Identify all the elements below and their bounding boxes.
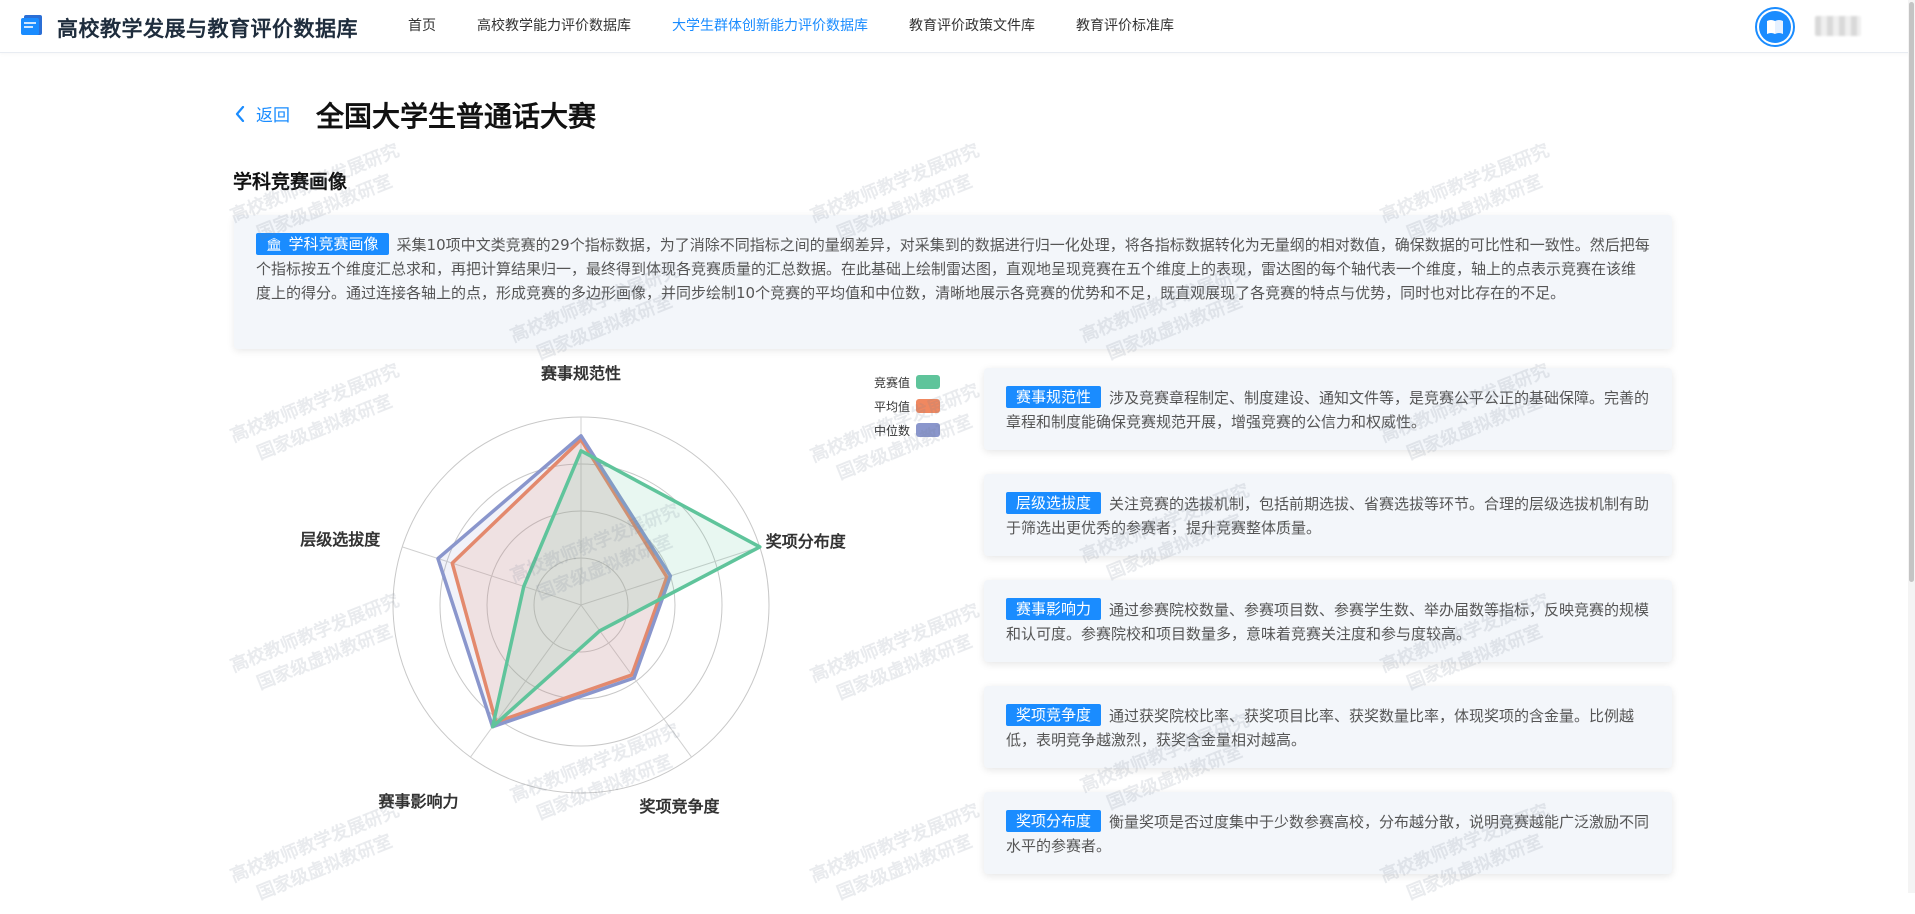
radar-chart: 赛事规范性奖项分布度奖项竞争度 赛事影响力 层级选拔度 [300,364,847,816]
dimension-text-wrap: 奖项分布度 衡量奖项是否过度集中于少数参赛高校，分布越分散，说明竞赛越能广泛激励不… [1006,810,1650,858]
back-label: 返回 [256,106,290,126]
radar-axis-label: 层级选拔度 [300,530,381,549]
legend-item-average[interactable]: 平均值 [860,394,940,418]
back-button[interactable]: 返回 [235,101,290,126]
dimension-card-distribution: 奖项分布度 衡量奖项是否过度集中于少数参赛高校，分布越分散，说明竞赛越能广泛激励不… [984,792,1672,874]
database-logo-icon [21,15,42,35]
dimension-text: 关注竞赛的选拔机制，包括前期选拔、省赛选拔等环节。合理的层级选拔机制有助于筛选出… [1006,495,1650,537]
dimension-tag: 赛事影响力 [1006,598,1102,620]
dimension-card-normativity: 赛事规范性 涉及竞赛章程制定、制度建设、通知文件等，是竞赛公平公正的基础保障。完善… [984,368,1672,450]
dimension-tag: 赛事规范性 [1006,386,1102,408]
legend-item-value[interactable]: 竞赛值 [860,370,940,394]
book-icon [1767,20,1783,34]
top-navbar: 高校教学发展与教育评价数据库 首页 高校教学能力评价数据库 大学生群体创新能力评… [0,0,1915,53]
username-blurred[interactable] [1815,16,1861,36]
nav-evaluation-standards[interactable]: 教育评价标准库 [1076,0,1174,53]
nav-home[interactable]: 首页 [408,0,436,53]
dimension-text: 通过参赛院校数量、参赛项目数、参赛学生数、举办届数等指标，反映竞赛的规模和认可度… [1006,601,1650,643]
nav-policy-docs[interactable]: 教育评价政策文件库 [909,0,1035,53]
legend-swatch [916,375,940,389]
dimension-text-wrap: 赛事规范性 涉及竞赛章程制定、制度建设、通知文件等，是竞赛公平公正的基础保障。完善… [1006,386,1650,434]
dimension-text-wrap: 赛事影响力 通过参赛院校数量、参赛项目数、参赛学生数、举办届数等指标，反映竞赛的规… [1006,598,1650,646]
dimension-text-wrap: 奖项竞争度 通过获奖院校比率、获奖项目比率、获奖数量比率，体现奖项的含金量。比例越… [1006,704,1650,752]
bank-icon: 🏛 [266,238,283,253]
section-title: 学科竞赛画像 [233,171,348,193]
nav-student-innovation-db[interactable]: 大学生群体创新能力评价数据库 [672,0,868,53]
legend-swatch [916,399,940,413]
chevron-left-icon [235,105,245,122]
dimension-card-influence: 赛事影响力 通过参赛院校数量、参赛项目数、参赛学生数、举办届数等指标，反映竞赛的规… [984,580,1672,662]
main-nav: 首页 高校教学能力评价数据库 大学生群体创新能力评价数据库 教育评价政策文件库 … [408,0,1215,53]
legend-swatch [916,423,940,437]
app-title[interactable]: 高校教学发展与教育评价数据库 [57,13,358,43]
radar-axis-label: 奖项竞争度 [639,797,720,816]
radar-axis-label: 赛事影响力 [377,792,458,811]
dimension-tag: 层级选拔度 [1006,492,1102,514]
legend-label: 平均值 [873,399,910,414]
legend-label: 竞赛值 [873,375,910,390]
dimension-card-selection: 层级选拔度 关注竞赛的选拔机制，包括前期选拔、省赛选拔等环节。合理的层级选拔机制有… [984,474,1672,556]
intro-text: 采集10项中文类竞赛的29个指标数据，为了消除不同指标之间的量纲差异，对采集到的… [256,236,1650,302]
page-title: 全国大学生普通话大赛 [316,100,597,133]
intro-tag: 🏛 学科竞赛画像 [256,233,389,255]
chart-legend: 竞赛值 平均值 中位数 [860,370,940,442]
radar-axis-label: 奖项分布度 [766,532,847,551]
page-scrollbar[interactable] [1908,0,1915,893]
intro-paragraph: 🏛 学科竞赛画像 采集10项中文类竞赛的29个指标数据，为了消除不同指标之间的量纲差… [256,233,1650,305]
scrollbar-thumb[interactable] [1909,2,1914,582]
nav-teaching-ability-db[interactable]: 高校教学能力评价数据库 [477,0,631,53]
dimension-tag: 奖项分布度 [1006,810,1102,832]
dimension-tag: 奖项竞争度 [1006,704,1102,726]
radar-axis-label: 赛事规范性 [540,364,621,383]
dimension-text: 衡量奖项是否过度集中于少数参赛高校，分布越分散，说明竞赛越能广泛激励不同水平的参… [1006,813,1650,855]
dimension-text: 涉及竞赛章程制定、制度建设、通知文件等，是竞赛公平公正的基础保障。完善的章程和制… [1006,389,1650,431]
legend-item-median[interactable]: 中位数 [860,418,940,442]
legend-label: 中位数 [873,423,910,438]
avatar[interactable] [1755,7,1795,47]
dimension-card-competition: 奖项竞争度 通过获奖院校比率、获奖项目比率、获奖数量比率，体现奖项的含金量。比例越… [984,686,1672,768]
intro-tag-label: 学科竞赛画像 [288,235,379,253]
dimension-text-wrap: 层级选拔度 关注竞赛的选拔机制，包括前期选拔、省赛选拔等环节。合理的层级选拔机制有… [1006,492,1650,540]
intro-card: 🏛 学科竞赛画像 采集10项中文类竞赛的29个指标数据，为了消除不同指标之间的量纲差… [234,215,1672,349]
